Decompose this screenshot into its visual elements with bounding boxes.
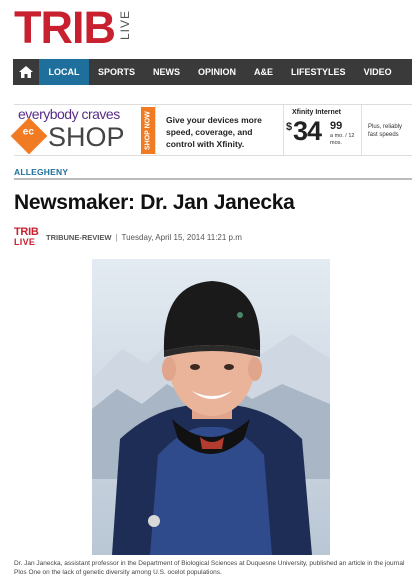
nav-item-ae[interactable]: A&E xyxy=(245,59,282,85)
section-label[interactable]: ALLEGHENY xyxy=(14,167,68,177)
ec-logo-icon: ec xyxy=(10,117,48,155)
nav-item-news[interactable]: NEWS xyxy=(144,59,189,85)
photo-caption: Dr. Jan Janecka, assistant professor in … xyxy=(14,560,405,576)
ad-logo-mark: ec xyxy=(22,126,34,138)
nav-item-sports[interactable]: SPORTS xyxy=(89,59,144,85)
byline-separator: | xyxy=(115,232,118,242)
ad-currency: $ xyxy=(286,121,293,133)
ad-shop-text: SHOP xyxy=(48,122,125,152)
advertisement-banner[interactable]: everybody craves ec SHOP SHOP NOW Give y… xyxy=(10,104,412,156)
site-header: TRIB LIVE xyxy=(0,0,412,58)
byline-source: TRIBUNE-REVIEW xyxy=(46,232,112,242)
article-byline: TRIB LIVE TRIBUNE-REVIEW | Tuesday, Apri… xyxy=(14,226,242,248)
ad-shop-now-button[interactable]: SHOP NOW xyxy=(141,107,155,154)
home-icon xyxy=(19,66,33,78)
section-divider xyxy=(14,178,412,180)
byline-date: Tuesday, April 15, 2014 11:21 p.m xyxy=(121,232,242,242)
logo-trib-text: TRIB xyxy=(14,2,116,53)
portrait-illustration xyxy=(92,259,330,555)
ad-price-whole: 34 xyxy=(293,116,322,146)
article-headline: Newsmaker: Dr. Jan Janecka xyxy=(14,191,295,214)
nav-item-lifestyles[interactable]: LIFESTYLES xyxy=(282,59,355,85)
triblive-logo[interactable]: TRIB LIVE xyxy=(14,2,132,53)
main-navigation: LOCAL SPORTS NEWS OPINION A&E LIFESTYLES… xyxy=(13,59,412,85)
nav-item-video[interactable]: VIDEO xyxy=(355,59,401,85)
ad-message: Give your devices more speed, coverage, … xyxy=(156,105,284,155)
nav-item-local[interactable]: LOCAL xyxy=(39,59,89,85)
ad-right-text: Plus, reliably fast speeds xyxy=(368,124,403,138)
ad-price-panel[interactable]: Xfinity Internet $ 34 99 a mo. / 12 mos. xyxy=(284,105,362,155)
ad-price-cents: 99 xyxy=(330,120,343,132)
ad-price-term: a mo. / 12 mos. xyxy=(330,133,355,146)
logo-live-text: LIVE xyxy=(118,10,132,41)
ad-shop-panel[interactable]: everybody craves ec SHOP SHOP NOW xyxy=(10,105,156,155)
ad-tagline: everybody craves xyxy=(18,106,120,122)
ad-product: Xfinity Internet xyxy=(292,109,342,116)
byline-logo-bottom: LIVE xyxy=(14,237,36,247)
nav-home-button[interactable] xyxy=(13,59,39,85)
article-photo[interactable] xyxy=(92,259,330,555)
nav-item-opinion[interactable]: OPINION xyxy=(189,59,245,85)
triblive-small-logo: TRIB LIVE xyxy=(14,226,40,248)
